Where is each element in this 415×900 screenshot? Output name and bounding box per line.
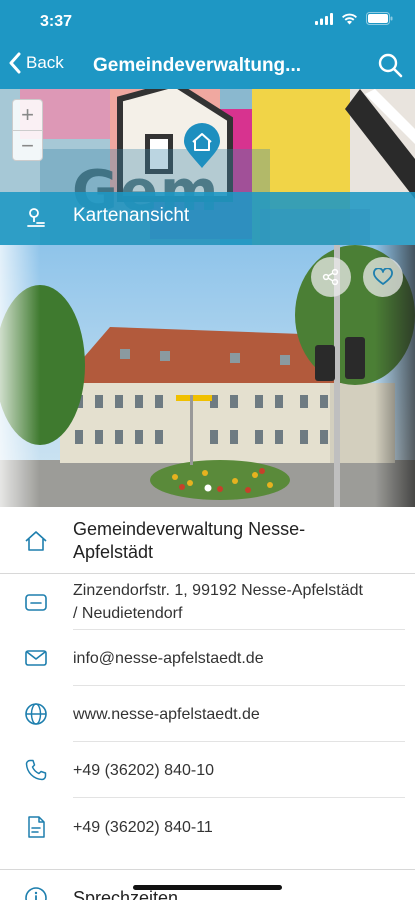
detail-row-name: Gemeindeverwaltung Nesse- Apfelstädt	[0, 507, 415, 573]
heart-icon	[373, 268, 393, 285]
location-pin-icon[interactable]	[182, 122, 222, 170]
address-card-icon	[25, 594, 47, 611]
back-button[interactable]: Back	[8, 52, 64, 74]
status-icons	[315, 12, 393, 25]
signal-icon	[315, 12, 333, 25]
fax-number: +49 (36202) 840-11	[73, 819, 213, 836]
office-name-line1: Gemeindeverwaltung Nesse-	[73, 519, 306, 539]
screen: 3:37 Back Gemeindeverwaltung... + − Kart…	[0, 0, 415, 900]
home-icon	[25, 531, 47, 551]
map-label-bar[interactable]	[0, 192, 415, 245]
building-photo[interactable]	[0, 245, 415, 507]
office-name-line2: Apfelstädt	[73, 542, 154, 562]
wifi-icon	[342, 13, 357, 24]
search-icon[interactable]	[377, 52, 403, 78]
email-link: info@nesse-apfelstaedt.de	[73, 650, 264, 667]
home-indicator	[133, 885, 282, 890]
favorite-button[interactable]	[363, 257, 403, 297]
detail-row-email[interactable]: info@nesse-apfelstaedt.de	[0, 630, 415, 685]
status-time: 3:37	[40, 13, 73, 30]
zoom-out-button[interactable]: −	[13, 131, 42, 161]
phone-icon	[25, 759, 47, 781]
chevron-left-icon	[9, 52, 21, 74]
share-button[interactable]	[311, 257, 351, 297]
battery-icon	[366, 12, 393, 25]
detail-row-fax[interactable]: +49 (36202) 840-11	[0, 798, 415, 855]
back-label: Back	[26, 53, 64, 72]
website-link: www.nesse-apfelstaedt.de	[73, 706, 260, 723]
address-text: Zinzendorfstr. 1, 99192 Nesse-Apfelstädt…	[73, 579, 363, 625]
address-line1: Zinzendorfstr. 1, 99192 Nesse-Apfelstädt	[73, 582, 363, 599]
share-icon	[322, 268, 339, 286]
map-view-label: Kartenansicht	[73, 205, 190, 226]
office-name: Gemeindeverwaltung Nesse- Apfelstädt	[73, 518, 305, 564]
map-location-icon	[27, 208, 45, 227]
address-line2: / Neudietendorf	[73, 605, 183, 622]
zoom-in-button[interactable]: +	[13, 100, 42, 130]
mail-icon	[25, 650, 47, 666]
info-icon	[25, 887, 47, 900]
fax-document-icon	[28, 816, 45, 838]
phone-number: +49 (36202) 840-10	[73, 762, 214, 779]
detail-row-phone[interactable]: +49 (36202) 840-10	[0, 742, 415, 797]
globe-icon	[25, 703, 47, 725]
detail-row-website[interactable]: www.nesse-apfelstaedt.de	[0, 686, 415, 741]
building-photo-image	[0, 245, 415, 507]
navigation-bar: 3:37 Back Gemeindeverwaltung...	[0, 0, 415, 89]
zoom-control: + −	[12, 99, 43, 161]
detail-row-address[interactable]: Zinzendorfstr. 1, 99192 Nesse-Apfelstädt…	[0, 574, 415, 629]
page-title: Gemeindeverwaltung...	[93, 55, 301, 76]
